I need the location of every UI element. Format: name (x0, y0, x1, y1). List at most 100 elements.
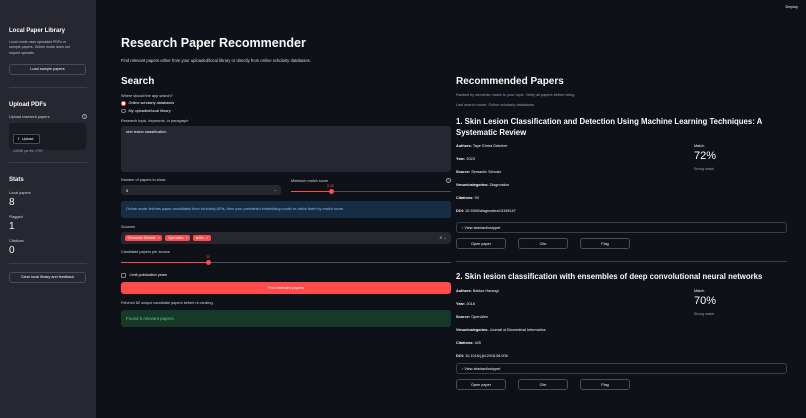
close-icon[interactable]: × (158, 236, 160, 240)
meta-key: Year: (456, 157, 466, 161)
find-papers-button[interactable]: Find relevant papers (121, 281, 451, 294)
open-paper-button[interactable]: Open paper (456, 238, 506, 249)
min-match-col: Minimum match score ? 0.25 (291, 178, 451, 197)
match-value: 70% (694, 294, 717, 307)
stat-value-local: 8 (9, 197, 15, 209)
slider-fill (121, 262, 208, 264)
meta-key: Authors: (456, 288, 472, 293)
limit-years-label: Limit publication years (129, 273, 168, 278)
clear-and-chevron-icon[interactable]: ✕ ⌄ (439, 235, 447, 240)
recommended-heading: Recommended Papers (456, 76, 564, 87)
paper-meta: Authors: Taye Girma Debelee Year: 2023 S… (456, 144, 694, 222)
checkbox-box[interactable] (121, 273, 126, 278)
paper-meta: Authors: Balázs Harangi Year: 2018 Sourc… (456, 289, 694, 367)
meta-value: OpenAlex (471, 314, 488, 319)
search-where-label: Where should the app search? (121, 94, 173, 98)
upload-label: Upload research papers (9, 114, 50, 119)
load-sample-button[interactable]: Load sample papers (9, 64, 86, 76)
upload-limit: 100MB per file • PDF (13, 149, 43, 154)
radio-online-circle[interactable] (121, 101, 126, 106)
file-uploader[interactable]: ⇪ Upload 100MB per file • PDF (9, 123, 86, 154)
match-label: Match (694, 288, 705, 293)
meta-value: 2018 (466, 301, 475, 306)
paper-divider (456, 261, 787, 262)
match-label: Match (694, 144, 705, 148)
paper-actions: Open paper Cite Flag (456, 378, 787, 390)
radio-online[interactable]: Online scholarly databases (121, 101, 451, 106)
sidebar: Local Paper Library Local mode uses uplo… (0, 0, 96, 418)
topic-textarea[interactable]: skin lesion classification (121, 126, 451, 172)
close-icon[interactable]: × (206, 236, 208, 240)
paper-title: 1. Skin Lesion Classification and Detect… (456, 117, 763, 137)
source-chip-openalex[interactable]: OpenAlex × (165, 235, 191, 241)
paper-citations: Citations: 93 (456, 196, 694, 200)
upload-icon: ⇪ (17, 137, 21, 142)
meta-value: Diagnostics (489, 183, 510, 187)
help-icon[interactable]: ? (82, 114, 87, 120)
match-metric: Match 72% Strong match (694, 144, 787, 222)
stat-label-flagged: Flagged (9, 215, 23, 220)
source-chip-arxiv[interactable]: arXiv × (193, 235, 211, 241)
cite-button[interactable]: Cite (518, 378, 568, 390)
deploy-button[interactable]: Deploy (786, 4, 798, 9)
meta-value: 10.3390/diagnostics13193147 (465, 209, 516, 213)
match-desc: Strong match (694, 311, 715, 316)
num-papers-col: Number of papers to show 5 ⌄ (121, 178, 281, 197)
meta-value: Taye Girma Debelee (472, 144, 508, 148)
chevron-down-icon: ⌄ (273, 187, 277, 192)
chip-label: Semantic Scholar (127, 236, 156, 240)
close-icon[interactable]: × (186, 236, 188, 240)
match-desc: Strong match (694, 167, 715, 171)
radio-local-circle[interactable] (121, 108, 126, 113)
upload-label-row: Upload research papers ? (9, 114, 87, 120)
sources-label: Sources (121, 225, 135, 229)
topic-label: Research topic, keywords, or paragraph (121, 119, 189, 123)
source-chip-semantic[interactable]: Semantic Scholar × (125, 235, 163, 241)
clear-library-button[interactable]: Clear local library and feedback (9, 272, 86, 284)
upload-heading: Upload PDFs (9, 102, 47, 109)
expander-label: View abstract/snippet (464, 226, 501, 230)
radio-online-label: Online scholarly databases (128, 101, 175, 106)
upload-button[interactable]: ⇪ Upload (13, 134, 40, 145)
num-papers-select[interactable]: 5 ⌄ (121, 185, 281, 195)
recommended-note-1: Ranked by semantic match to your topic. … (456, 93, 576, 97)
meta-value: 93 (474, 196, 479, 200)
abstract-expander[interactable]: › View abstract/snippet (456, 222, 787, 233)
meta-value: 2023 (466, 157, 475, 161)
options-row: Number of papers to show 5 ⌄ Minimum mat… (121, 178, 451, 197)
recommended-note-2: Last search mode: Online scholarly datab… (456, 103, 534, 107)
meta-key: Year: (456, 301, 466, 306)
flag-button[interactable]: Flag (580, 378, 630, 390)
flag-button[interactable]: Flag (580, 238, 630, 249)
slider-thumb[interactable] (206, 260, 211, 266)
paper-doi: DOI: 10.1016/j.jbi.2018.08.006 (456, 354, 694, 358)
paper-authors: Authors: Taye Girma Debelee (456, 144, 694, 148)
page-title: Research Paper Recommender (121, 36, 306, 50)
meta-value: Balázs Harangi (472, 288, 499, 293)
slider-thumb[interactable] (329, 189, 334, 195)
paper-title: 2. Skin lesion classification with ensem… (456, 272, 763, 281)
expander-label: View abstract/snippet (464, 366, 501, 371)
paper-citations: Citations: 429 (456, 341, 694, 345)
open-paper-button[interactable]: Open paper (456, 378, 506, 390)
sidebar-divider (9, 162, 87, 164)
search-panel: Search Where should the app search? Onli… (121, 76, 451, 327)
stats-heading: Stats (9, 177, 24, 184)
num-papers-label: Number of papers to show (121, 178, 166, 182)
meta-value: Semantic Scholar (471, 170, 501, 174)
paper-card: 2. Skin lesion classification with ensem… (456, 272, 787, 390)
meta-value: Journal of Biomedical Informatics (489, 327, 546, 332)
chip-label: arXiv (195, 236, 204, 240)
stat-value-citations: 0 (9, 245, 15, 257)
limit-years-checkbox[interactable]: Limit publication years (121, 273, 451, 278)
paper-source: Source: Semantic Scholar (456, 170, 694, 174)
min-match-slider[interactable]: 0.25 (291, 183, 451, 197)
paper-card: 1. Skin Lesion Classification and Detect… (456, 117, 787, 249)
radio-local[interactable]: My uploaded/local library (121, 108, 451, 113)
candidate-slider[interactable]: 30 (121, 254, 451, 268)
meta-value: 10.1016/j.jbi.2018.08.006 (465, 353, 508, 358)
min-match-label: Minimum match score (291, 178, 329, 183)
match-value: 72% (694, 150, 717, 162)
sources-multiselect[interactable]: Semantic Scholar × OpenAlex × arXiv × ✕ ⌄ (121, 232, 451, 244)
cite-button[interactable]: Cite (518, 238, 568, 249)
